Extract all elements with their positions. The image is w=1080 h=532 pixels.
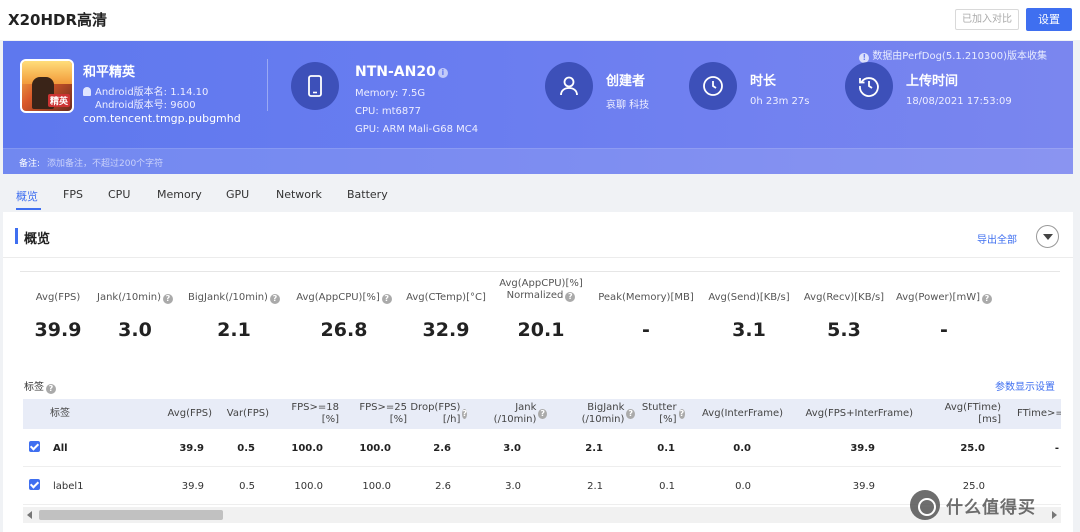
upload-time-value: 18/08/2021 17:53:09 bbox=[906, 96, 1012, 107]
duration-title: 时长 bbox=[750, 74, 777, 89]
creator-title: 创建者 bbox=[606, 74, 646, 89]
creator-value: 哀聊 科技 bbox=[606, 100, 650, 111]
table-header: 标签 Avg(FPS) Var(FPS) FPS>=18 [%] FPS>=25… bbox=[23, 399, 1061, 429]
col-header-drop-fps: Drop(FPS) [/h] bbox=[410, 402, 461, 425]
col-header-ftime: FTime>= bbox=[1017, 408, 1061, 419]
help-icon[interactable]: ? bbox=[626, 409, 635, 419]
report-banner: ! 数据由PerfDog(5.1.210300)版本收集 精英 和平精英 Andr… bbox=[3, 41, 1073, 174]
panel-divider bbox=[3, 257, 1073, 258]
android-icon bbox=[83, 87, 91, 96]
device-gpu: GPU: ARM Mali-G68 MC4 bbox=[355, 124, 479, 135]
note-input[interactable]: 添加备注，不超过200个字符 bbox=[47, 156, 163, 169]
history-icon bbox=[845, 62, 893, 110]
col-header-avg-interframe: Avg(InterFrame) bbox=[702, 408, 783, 419]
summary-metrics: Avg(FPS) 39.9 Jank(/10min)? 3.0 BigJank(… bbox=[20, 271, 1060, 361]
col-header-jank: Jank (/10min) bbox=[493, 402, 537, 425]
help-icon[interactable]: ? bbox=[46, 384, 56, 394]
table-row[interactable]: label1 39.9 0.5 100.0 100.0 2.6 3.0 2.1 … bbox=[23, 467, 1061, 505]
game-app-icon: 精英 bbox=[20, 59, 74, 113]
param-display-settings-link[interactable]: 参数显示设置 bbox=[995, 378, 1055, 393]
banner-divider bbox=[267, 59, 268, 111]
overview-panel: 概览 导出全部 Avg(FPS) 39.9 Jank(/10min)? 3.0 … bbox=[3, 212, 1073, 532]
export-all-link[interactable]: 导出全部 bbox=[977, 231, 1017, 246]
row-checkbox[interactable] bbox=[29, 479, 40, 490]
device-name: NTN-AN20 i bbox=[355, 64, 448, 80]
help-icon[interactable]: ? bbox=[381, 294, 392, 304]
app-name: 和平精英 bbox=[83, 65, 136, 80]
scroll-left-arrow-icon[interactable] bbox=[27, 511, 32, 519]
overview-title: 概览 bbox=[24, 232, 51, 247]
col-header-fps25: FPS>=25 [%] bbox=[359, 402, 407, 425]
help-icon[interactable]: ? bbox=[678, 409, 685, 419]
col-header-avg-fps-interframe: Avg(FPS+InterFrame) bbox=[805, 408, 913, 419]
help-icon[interactable]: ? bbox=[538, 409, 547, 419]
clock-icon bbox=[689, 62, 737, 110]
col-header-bigjank: BigJank (/10min) bbox=[581, 402, 625, 425]
tab-cpu[interactable]: CPU bbox=[108, 188, 130, 201]
col-header-stutter: Stutter [%] bbox=[641, 402, 677, 425]
help-icon[interactable]: ? bbox=[462, 409, 467, 419]
phone-icon bbox=[291, 62, 339, 110]
tab-memory[interactable]: Memory bbox=[157, 188, 202, 201]
help-icon[interactable]: ? bbox=[982, 294, 992, 304]
col-header-avg-ftime: Avg(FTime) [ms] bbox=[944, 402, 1001, 425]
duration-value: 0h 23m 27s bbox=[750, 96, 810, 107]
active-tab-indicator bbox=[16, 208, 41, 210]
upload-time-title: 上传时间 bbox=[906, 74, 959, 89]
page-title: X20HDR高清 bbox=[8, 11, 107, 29]
tab-battery[interactable]: Battery bbox=[347, 188, 388, 201]
package-name: com.tencent.tmgp.pubgmhd bbox=[83, 112, 241, 125]
device-info-icon[interactable]: i bbox=[437, 68, 448, 78]
watermark-logo-icon bbox=[910, 490, 940, 520]
row-checkbox[interactable] bbox=[29, 441, 40, 452]
device-memory: Memory: 7.5G bbox=[355, 88, 426, 99]
tab-overview[interactable]: 概览 bbox=[16, 188, 38, 204]
note-label: 备注: bbox=[19, 159, 41, 169]
tab-fps[interactable]: FPS bbox=[63, 188, 83, 201]
col-header-fps18: FPS>=18 [%] bbox=[291, 402, 339, 425]
settings-button[interactable]: 设置 bbox=[1026, 8, 1072, 31]
tab-network[interactable]: Network bbox=[276, 188, 322, 201]
collection-notice: ! 数据由PerfDog(5.1.210300)版本收集 bbox=[859, 47, 1047, 63]
top-bar: X20HDR高清 已加入对比 设置 bbox=[0, 0, 1080, 40]
collapse-dropdown-button[interactable] bbox=[1036, 225, 1059, 248]
col-header-label: 标签 bbox=[50, 408, 70, 419]
user-icon bbox=[545, 62, 593, 110]
tab-bar: 概览 FPS CPU Memory GPU Network Battery bbox=[3, 182, 1073, 210]
android-build: Android版本号: 9600 bbox=[95, 100, 196, 111]
site-watermark: 什么值得买 bbox=[910, 490, 1075, 520]
section-accent-bar bbox=[15, 228, 18, 244]
tags-table: 标签 Avg(FPS) Var(FPS) FPS>=18 [%] FPS>=25… bbox=[23, 399, 1061, 532]
added-to-compare-button[interactable]: 已加入对比 bbox=[955, 9, 1019, 30]
horizontal-scrollbar[interactable] bbox=[23, 507, 1061, 523]
help-icon[interactable]: ? bbox=[269, 294, 280, 304]
device-cpu: CPU: mt6877 bbox=[355, 106, 421, 117]
help-icon[interactable]: ? bbox=[565, 292, 576, 302]
help-icon[interactable]: ? bbox=[162, 294, 173, 304]
col-header-var-fps: Var(FPS) bbox=[226, 408, 269, 419]
scroll-thumb[interactable] bbox=[39, 510, 223, 520]
table-row[interactable]: All 39.9 0.5 100.0 100.0 2.6 3.0 2.1 0.1… bbox=[23, 429, 1061, 467]
tags-title: 标签? bbox=[24, 378, 56, 394]
tab-gpu[interactable]: GPU bbox=[226, 188, 249, 201]
note-bar: 备注: 添加备注，不超过200个字符 bbox=[3, 148, 1073, 174]
col-header-avg-fps: Avg(FPS) bbox=[167, 408, 212, 419]
